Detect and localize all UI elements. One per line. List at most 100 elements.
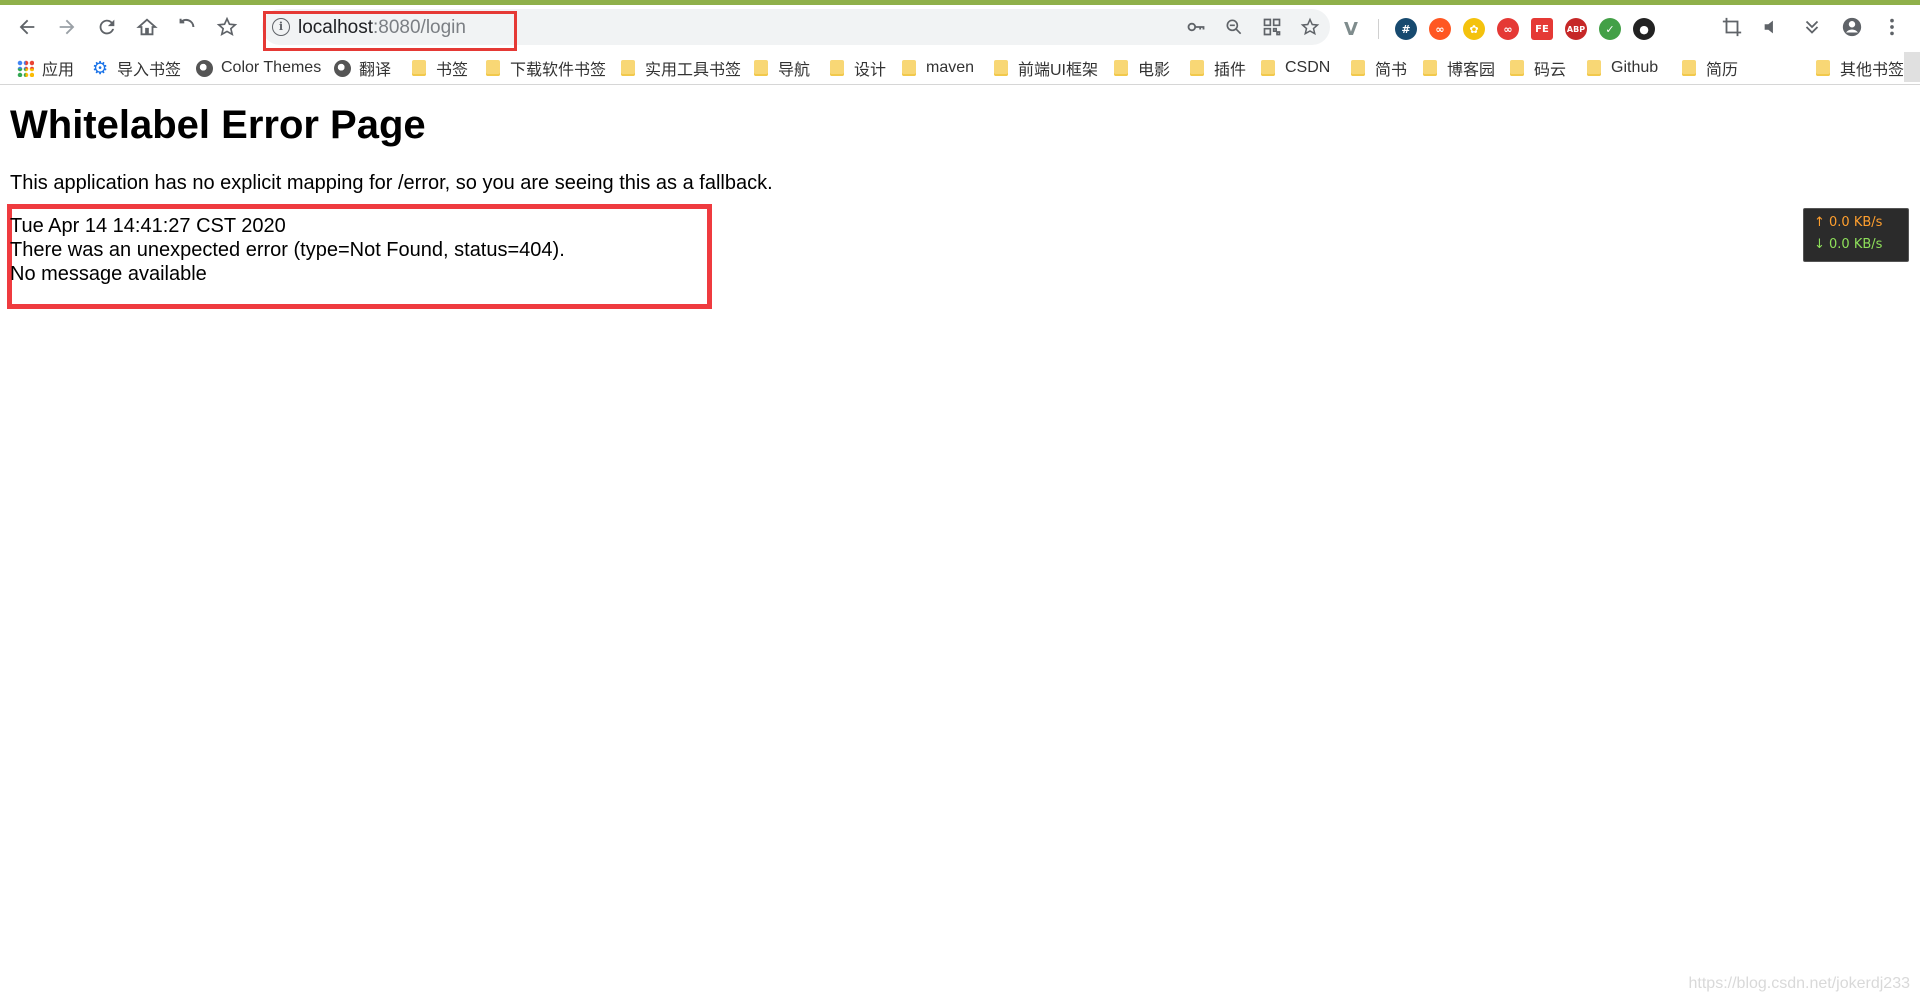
bookmark-star-button[interactable] [211,11,243,43]
bookmark-item[interactable]: Color Themes [196,57,321,79]
bookmark-item[interactable]: 码云 [1510,57,1566,79]
crop-button[interactable] [1716,11,1748,43]
bookmark-label: 书签 [436,62,469,79]
bookmark-item[interactable]: Github [1587,57,1658,79]
bookmark-label: 应用 [42,62,75,79]
reload-button[interactable] [91,11,123,43]
bookmark-label: maven [926,59,975,76]
omnibox-actions [1184,15,1322,39]
bookmark-item[interactable]: 简书 [1351,57,1407,79]
arrow-right-icon [59,19,75,35]
error-message: No message available [10,263,207,285]
bookmark-label: 电影 [1138,62,1171,79]
bookmark-label: 导航 [778,62,811,79]
fe-icon[interactable]: FE [1531,18,1553,40]
forward-button[interactable] [51,11,83,43]
upload-speed: ↑ 0.0 KB/s [1814,215,1883,230]
folder-icon [830,60,844,76]
gear-icon: ⚙ [92,57,109,78]
bookmark-item[interactable]: 设计 [830,57,886,79]
bookmark-label: Color Themes [221,59,322,76]
bookmark-label: 前端UI框架 [1018,62,1099,79]
folder-icon [1190,60,1204,76]
double-chevron-down-icon [1805,20,1819,34]
profile-button[interactable] [1836,11,1868,43]
bookmark-label: Github [1611,59,1659,76]
folder-icon [1261,60,1275,76]
menu-button[interactable] [1876,11,1908,43]
zoom-out-icon[interactable] [1222,15,1246,39]
bookmark-page-icon[interactable] [1298,15,1322,39]
bookmark-item[interactable]: 下载软件书签 [486,57,606,79]
bookmark-label: 码云 [1534,62,1567,79]
globe-icon [334,59,351,77]
folder-icon [486,60,500,76]
arrow-left-icon [19,19,35,35]
bookmark-item[interactable]: 翻译 [334,57,391,79]
bookmark-item[interactable]: 博客园 [1423,57,1495,79]
back-button[interactable] [11,11,43,43]
bookmark-item[interactable]: 应用 [17,57,74,79]
bookmark-item[interactable]: CSDN [1261,57,1330,79]
bookmark-label: 设计 [854,62,887,79]
bookmark-item[interactable]: 实用工具书签 [621,57,741,79]
home-icon [136,18,158,36]
folder-icon [1816,60,1830,76]
mute-button[interactable] [1756,11,1788,43]
scrollbar[interactable] [1904,52,1920,82]
folder-icon [1423,60,1437,76]
vue-devtools-icon[interactable]: V [1340,18,1362,40]
bookmark-item[interactable]: 简历 [1682,57,1738,79]
download-speed: ↓ 0.0 KB/s [1814,237,1883,252]
home-button[interactable] [131,11,163,43]
folder-icon [621,60,635,76]
url-highlight-box [263,11,517,51]
browser-toolbar: i localhost:8080/login V # ∞ ✿ ∞ FE ABP ✓ ● [0,5,1920,51]
bookmark-item[interactable]: 前端UI框架 [994,57,1098,79]
circle-icon[interactable]: ● [1633,18,1655,40]
toolbar-separator [1378,19,1379,39]
bookmark-label: 博客园 [1447,62,1496,79]
account-icon [1842,17,1862,37]
qr-code-icon[interactable] [1260,15,1284,39]
infinity-icon[interactable]: ∞ [1429,18,1451,40]
bookmark-label: 翻译 [359,62,392,79]
bookmark-label: 实用工具书签 [645,62,742,79]
undo-icon [179,18,195,28]
folder-icon [1351,60,1365,76]
bookmark-item[interactable]: 书签 [412,57,468,79]
apps-grid-icon [17,59,34,77]
undo-button[interactable] [171,11,203,43]
bookmark-item[interactable]: 插件 [1190,57,1246,79]
page-title: Whitelabel Error Page [10,103,426,147]
abp-icon[interactable]: ABP [1565,18,1587,40]
star-icon [216,16,238,36]
bookmark-item[interactable]: maven [902,57,974,79]
chick-icon[interactable]: ✿ [1463,18,1485,40]
bookmark-label: 下载软件书签 [510,62,607,79]
bookmark-label: CSDN [1285,59,1331,76]
bookmark-label: 导入书签 [117,62,182,79]
expand-button[interactable] [1796,11,1828,43]
key-icon[interactable] [1184,15,1208,39]
folder-icon [1510,60,1524,76]
bookmarks-bar: 其他书签 应用 ⚙ 导入书签 Color Themes 翻译 书签 下载软件书签 实用工具书签… [0,52,1920,85]
hash-icon[interactable]: # [1395,18,1417,40]
globe-icon [196,59,213,77]
infinity-red-icon[interactable]: ∞ [1497,18,1519,40]
folder-icon [994,60,1008,76]
other-bookmarks[interactable]: 其他书签 [1816,57,1904,79]
crop-icon [1722,17,1742,37]
error-description: This application has no explicit mapping… [10,172,773,194]
bookmark-label: 简历 [1706,62,1739,79]
bookmark-item[interactable]: ⚙ 导入书签 [92,57,182,80]
bookmark-item[interactable]: 导航 [754,57,810,79]
folder-icon [902,60,916,76]
speaker-icon [1764,20,1773,34]
network-speed-widget[interactable]: ↑ 0.0 KB/s ↓ 0.0 KB/s [1803,208,1909,262]
bookmark-item[interactable]: 电影 [1114,57,1170,79]
folder-icon [754,60,768,76]
error-status: There was an unexpected error (type=Not … [10,239,565,261]
shield-icon[interactable]: ✓ [1599,18,1621,40]
watermark: https://blog.csdn.net/jokerdj233 [1688,975,1910,992]
